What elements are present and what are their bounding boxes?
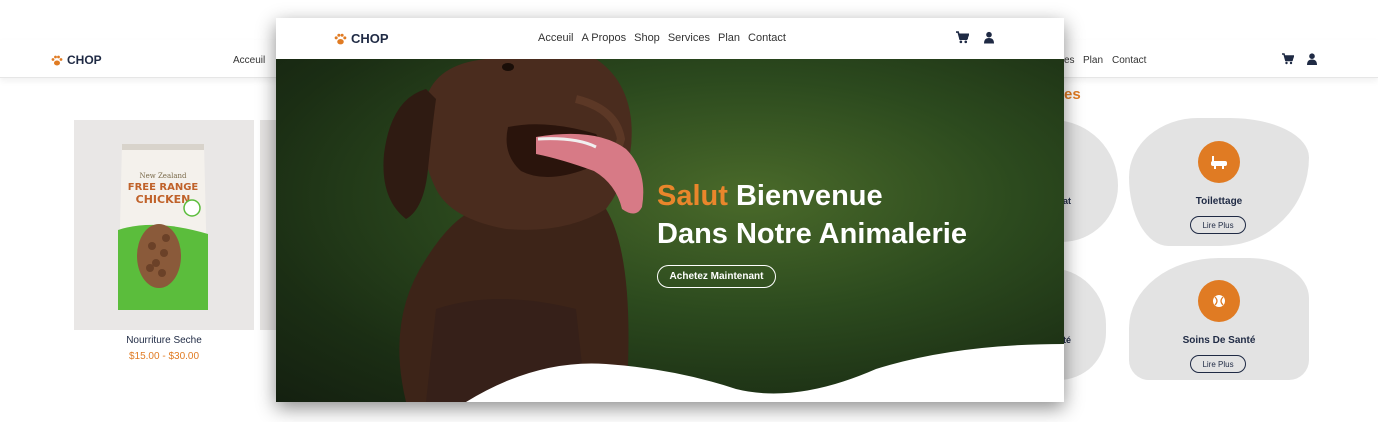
svg-text:New Zealand: New Zealand <box>139 172 187 180</box>
user-icon[interactable] <box>983 31 995 44</box>
services-title-fragment: es <box>1064 86 1081 103</box>
nav-icons <box>956 31 995 44</box>
nav-link-plan[interactable]: Plan <box>718 32 740 44</box>
preview-window[interactable]: CHOP Acceuil A Propos Shop Services Plan… <box>276 18 1064 402</box>
cart-icon[interactable] <box>956 31 969 44</box>
svg-text:CHICKEN: CHICKEN <box>136 193 191 206</box>
product-price: $15.00 - $30.00 <box>128 351 200 362</box>
hero-title: Salut Bienvenue Dans Notre Animalerie <box>657 177 967 253</box>
background-nav-plan[interactable]: Plan <box>1083 55 1103 66</box>
service-name-fragment: té <box>1063 335 1072 345</box>
food-bag-image: New Zealand FREE RANGE CHICKEN <box>118 144 208 310</box>
product-name[interactable]: Nourriture Seche <box>74 335 254 346</box>
nav-link-a-propos[interactable]: A Propos <box>581 32 626 44</box>
cart-icon[interactable] <box>1282 53 1294 65</box>
background-nav-acceuil[interactable]: Acceuil <box>233 55 265 66</box>
nav-links: Acceuil A Propos Shop Services Plan Cont… <box>538 32 786 44</box>
svg-text:FREE RANGE: FREE RANGE <box>128 182 199 193</box>
hero-title-line2: Dans Notre Animalerie <box>657 218 967 250</box>
nav-link-acceuil[interactable]: Acceuil <box>538 32 573 44</box>
paw-icon <box>51 55 63 65</box>
service-name-sante: Soins De Santé <box>1182 335 1256 346</box>
bath-icon <box>1198 141 1240 183</box>
nav-link-services[interactable]: Services <box>668 32 710 44</box>
nav-link-contact[interactable]: Contact <box>748 32 786 44</box>
shop-now-button[interactable]: Achetez Maintenant <box>657 265 776 288</box>
nav-link-shop[interactable]: Shop <box>634 32 660 44</box>
lire-plus-button[interactable]: Lire Plus <box>1190 216 1246 234</box>
hero-title-rest: Bienvenue <box>727 180 883 212</box>
hero-section: Salut Bienvenue Dans Notre Animalerie Ac… <box>276 59 1064 402</box>
user-icon[interactable] <box>1306 53 1318 65</box>
ball-icon <box>1198 280 1240 322</box>
logo[interactable]: CHOP <box>334 31 389 46</box>
background-logo[interactable]: CHOP <box>51 53 102 67</box>
background-nav-contact[interactable]: Contact <box>1112 55 1146 66</box>
background-nav-fragment[interactable]: es <box>1064 55 1075 66</box>
paw-icon <box>334 33 347 44</box>
navbar: CHOP Acceuil A Propos Shop Services Plan… <box>276 18 1064 59</box>
lire-plus-button[interactable]: Lire Plus <box>1190 355 1246 373</box>
logo-text: CHOP <box>351 31 389 46</box>
background-logo-text: CHOP <box>67 53 102 67</box>
service-name-fragment: at <box>1063 196 1072 206</box>
product-card-image[interactable]: New Zealand FREE RANGE CHICKEN <box>74 120 254 330</box>
hero-title-accent: Salut <box>657 180 728 212</box>
screenshot-stage: CHOP Acceuil es Plan Contact New Zealand… <box>0 0 1378 422</box>
service-name-toilettage: Toilettage <box>1195 196 1243 207</box>
